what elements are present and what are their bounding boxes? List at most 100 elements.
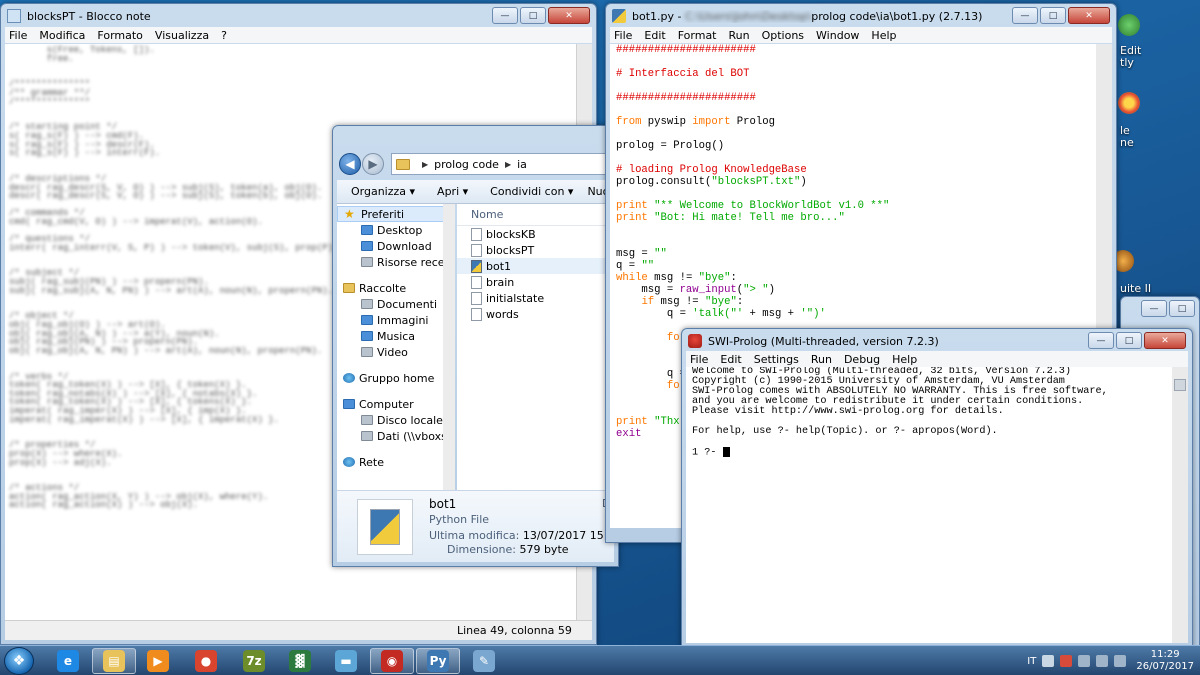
nav-item[interactable]: Desktop bbox=[337, 222, 454, 238]
file-row[interactable]: words bbox=[457, 306, 614, 322]
menu-help[interactable]: Help bbox=[871, 29, 896, 42]
maximize-icon[interactable]: □ bbox=[1169, 300, 1195, 317]
organize-button[interactable]: Organizza ▾ bbox=[351, 185, 415, 198]
text-cursor bbox=[722, 447, 730, 457]
code-line: # Interfaccia del BOT bbox=[616, 68, 1090, 80]
menu-file[interactable]: File bbox=[614, 29, 632, 42]
share-button[interactable]: Condividi con ▾ bbox=[490, 185, 573, 198]
taskbar-app-button[interactable]: ▬ bbox=[324, 648, 368, 674]
nav-item[interactable]: Computer bbox=[337, 396, 454, 412]
menu-help[interactable]: ? bbox=[221, 29, 227, 42]
volume-icon[interactable] bbox=[1114, 655, 1127, 667]
close-button[interactable]: ✕ bbox=[1144, 332, 1186, 349]
breadcrumb-item[interactable]: ia bbox=[517, 158, 527, 171]
menu-file[interactable]: File bbox=[690, 353, 708, 366]
menu-bar: File Edit Format Run Options Window Help bbox=[610, 27, 1112, 43]
taskbar-app-button[interactable]: ▓ bbox=[278, 648, 322, 674]
maximize-button[interactable]: □ bbox=[1116, 332, 1142, 349]
taskbar-app-button[interactable]: ● bbox=[184, 648, 228, 674]
nav-item[interactable]: Musica bbox=[337, 328, 454, 344]
action-center-icon[interactable] bbox=[1060, 655, 1073, 667]
minimize-icon[interactable]: — bbox=[1141, 300, 1167, 317]
menu-help[interactable]: Help bbox=[892, 353, 917, 366]
minimize-button[interactable]: — bbox=[1012, 7, 1038, 24]
file-row[interactable]: initialstate bbox=[457, 290, 614, 306]
taskbar-app-button[interactable]: ▶ bbox=[136, 648, 180, 674]
nav-item[interactable]: Rete bbox=[337, 454, 454, 470]
prolog-titlebar[interactable]: SWI-Prolog (Multi-threaded, version 7.2.… bbox=[682, 329, 1192, 353]
nav-item[interactable]: Dati (\\vboxsrv) ( bbox=[337, 428, 454, 444]
python-icon: Py bbox=[427, 650, 449, 672]
menu-run[interactable]: Run bbox=[729, 29, 750, 42]
chrome-desktop-icon[interactable] bbox=[1118, 92, 1140, 114]
desktop-app-icon[interactable] bbox=[1118, 14, 1140, 36]
notepad-titlebar[interactable]: blocksPT - Blocco note — □ ✕ bbox=[1, 4, 596, 28]
menu-options[interactable]: Options bbox=[762, 29, 804, 42]
nav-item[interactable]: Immagini bbox=[337, 312, 454, 328]
usb-icon[interactable] bbox=[1078, 655, 1091, 667]
close-button[interactable]: ✕ bbox=[1068, 7, 1110, 24]
menu-edit[interactable]: Edit bbox=[644, 29, 665, 42]
taskbar-app-button[interactable]: ✎ bbox=[462, 648, 506, 674]
code-token: "Bot: Hi mate! Tell me bro..." bbox=[654, 212, 845, 224]
nav-item[interactable]: Documenti bbox=[337, 296, 454, 312]
minimize-button[interactable]: — bbox=[492, 7, 518, 24]
taskbar-app-button[interactable]: Py bbox=[416, 648, 460, 674]
breadcrumb-item[interactable]: prolog code bbox=[434, 158, 499, 171]
file-row[interactable]: brain bbox=[457, 274, 614, 290]
nav-item[interactable]: Raccolte bbox=[337, 280, 454, 296]
menu-run[interactable]: Run bbox=[811, 353, 832, 366]
notepad-icon bbox=[7, 9, 21, 23]
code-line: from pyswip import Prolog bbox=[616, 116, 1090, 128]
maximize-button[interactable]: □ bbox=[1040, 7, 1066, 24]
menu-window[interactable]: Window bbox=[816, 29, 859, 42]
menu-file[interactable]: File bbox=[9, 29, 27, 42]
nav-item[interactable]: Video bbox=[337, 344, 454, 360]
vertical-scrollbar[interactable] bbox=[1172, 367, 1188, 643]
desktop-icon-label: uite II bbox=[1120, 282, 1152, 295]
menu-edit[interactable]: Edit bbox=[720, 353, 741, 366]
navigation-scrollbar[interactable] bbox=[443, 204, 455, 490]
menu-visualizza[interactable]: Visualizza bbox=[155, 29, 209, 42]
nav-item[interactable]: Download bbox=[337, 238, 454, 254]
menu-modifica[interactable]: Modifica bbox=[39, 29, 85, 42]
scrollbar-thumb[interactable] bbox=[1174, 379, 1186, 391]
language-indicator[interactable]: IT bbox=[1027, 656, 1036, 667]
file-row[interactable]: blocksKB bbox=[457, 226, 614, 242]
network-icon[interactable] bbox=[1096, 655, 1109, 667]
code-token: pyswip bbox=[641, 116, 693, 128]
maximize-button[interactable]: □ bbox=[520, 7, 546, 24]
taskbar-app-button[interactable]: 7z bbox=[232, 648, 276, 674]
close-button[interactable]: ✕ bbox=[548, 7, 590, 24]
nav-item[interactable]: ★ Preferiti bbox=[337, 206, 454, 222]
menu-debug[interactable]: Debug bbox=[844, 353, 880, 366]
text-file-icon bbox=[471, 227, 482, 241]
explorer-titlebar[interactable] bbox=[333, 126, 618, 150]
clock[interactable]: 11:29 26/07/2017 bbox=[1136, 649, 1194, 673]
minimize-button[interactable]: — bbox=[1088, 332, 1114, 349]
address-bar[interactable]: ▶ prolog code ▶ ia bbox=[391, 153, 612, 175]
nav-item[interactable]: Gruppo home bbox=[337, 370, 454, 386]
nav-item[interactable]: Risorse recenti bbox=[337, 254, 454, 270]
idle-titlebar[interactable]: bot1.py - C:\Users\John\Desktop\prolog c… bbox=[606, 4, 1116, 28]
prompt-line[interactable]: 1 ?- bbox=[692, 447, 1166, 458]
forward-button[interactable]: ▶ bbox=[362, 153, 384, 175]
start-button[interactable]: ❖ bbox=[4, 647, 34, 675]
taskbar-app-button[interactable]: ▤ bbox=[92, 648, 136, 674]
menu-format[interactable]: Format bbox=[678, 29, 717, 42]
taskbar-app-button[interactable]: ◉ bbox=[370, 648, 414, 674]
prolog-console[interactable]: Welcome to SWI-Prolog (Multi-threaded, 3… bbox=[686, 367, 1172, 643]
folder-icon bbox=[396, 158, 410, 170]
show-hidden-icons-icon[interactable] bbox=[1042, 655, 1055, 667]
nav-item[interactable]: Disco locale (C:) bbox=[337, 412, 454, 428]
open-button[interactable]: Apri ▾ bbox=[437, 185, 468, 198]
back-button[interactable]: ◀ bbox=[339, 153, 361, 175]
menu-settings[interactable]: Settings bbox=[754, 353, 799, 366]
file-row[interactable]: bot1 bbox=[457, 258, 614, 274]
menu-formato[interactable]: Formato bbox=[97, 29, 143, 42]
column-header-name[interactable]: Nome bbox=[457, 204, 614, 226]
taskbar-app-button[interactable]: e bbox=[46, 648, 90, 674]
file-row[interactable]: blocksPT bbox=[457, 242, 614, 258]
